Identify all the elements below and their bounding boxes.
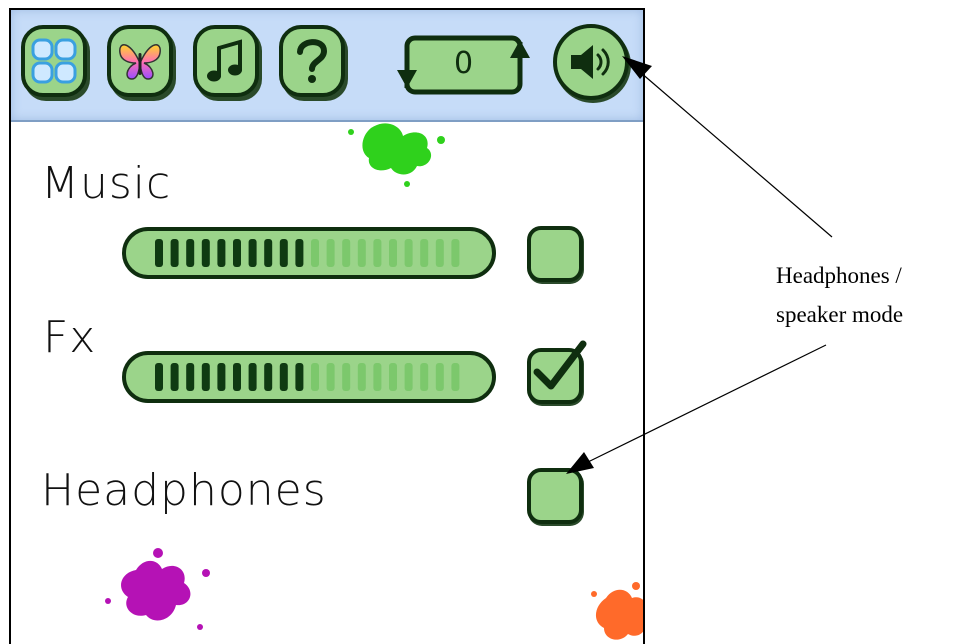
annotation-line-2: speaker mode <box>776 302 904 327</box>
annotation-callout: Headphones / speaker mode <box>776 256 951 334</box>
annotation-line-1: Headphones / <box>776 263 902 288</box>
